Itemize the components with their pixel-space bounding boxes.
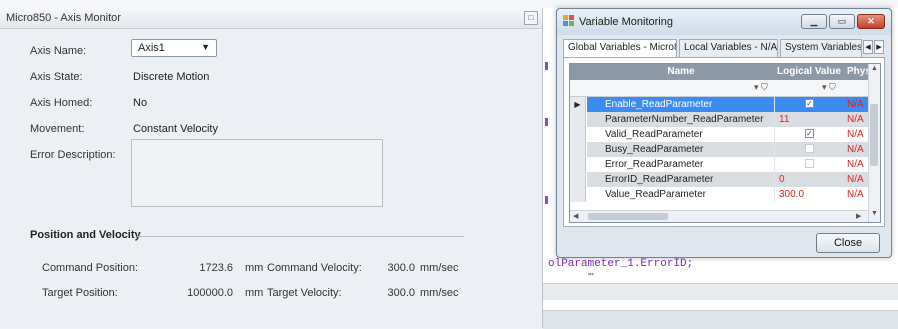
logical-value-cell[interactable] (775, 157, 843, 172)
variable-name-cell[interactable]: Busy_ReadParameter (587, 142, 775, 157)
checkbox-unchecked[interactable] (805, 159, 814, 168)
editor-status-strip (543, 283, 898, 300)
target-position-unit: mm (245, 287, 264, 299)
axis-state-label: Axis State: (30, 71, 83, 83)
gutter-marker (545, 62, 548, 70)
row-selector[interactable] (570, 142, 586, 157)
variable-tabs: Global Variables - Micro850 Local Variab… (563, 39, 885, 58)
scroll-up-icon[interactable]: ▲ (871, 65, 878, 72)
variable-name-cell[interactable]: ErrorID_ReadParameter (587, 172, 775, 187)
variable-monitoring-title: Variable Monitoring (579, 16, 673, 28)
axis-homed-label: Axis Homed: (30, 97, 93, 109)
close-button[interactable]: Close (816, 233, 880, 253)
tab-scroll-left-icon[interactable]: ◀ (863, 40, 873, 54)
horizontal-scrollbar[interactable]: ◀ ▶ (570, 210, 868, 222)
target-position-value: 100000.0 (187, 287, 233, 299)
target-velocity-unit: mm/sec (420, 287, 459, 299)
row-selector[interactable] (570, 112, 586, 127)
tab-global-variables[interactable]: Global Variables - Micro850 (563, 39, 677, 58)
grid-header: Name Logical Value Phys (570, 64, 880, 80)
column-header-name[interactable]: Name (587, 66, 775, 77)
table-row[interactable]: Busy_ReadParameter N/A (570, 142, 880, 157)
axis-state-value: Discrete Motion (133, 71, 210, 83)
filter-row: ▾ ⛉ ▾ ⛉ (570, 80, 880, 97)
axis-monitor-titlebar: Micro850 - Axis Monitor □ (0, 8, 542, 29)
scroll-down-icon[interactable]: ▼ (871, 210, 878, 217)
maximize-icon[interactable]: ▭ (829, 14, 855, 29)
axis-monitor-title: Micro850 - Axis Monitor (6, 12, 121, 24)
table-row[interactable]: Value_ReadParameter 300.0 N/A (570, 187, 880, 202)
editor-bottom-bar (543, 310, 898, 329)
checkbox-checked[interactable]: ✓ (805, 129, 814, 138)
movement-value: Constant Velocity (133, 123, 218, 135)
logical-value-cell[interactable]: 11 (775, 112, 843, 127)
code-ellipsis: ''' (588, 272, 594, 283)
scroll-thumb[interactable] (588, 213, 668, 220)
logical-value-cell[interactable] (775, 142, 843, 157)
table-row[interactable]: Error_ReadParameter N/A (570, 157, 880, 172)
checkbox-checked[interactable]: ✓ (805, 99, 814, 108)
row-selector[interactable] (570, 127, 586, 142)
command-velocity-value: 300.0 (387, 262, 415, 274)
scroll-thumb[interactable] (870, 104, 878, 166)
logical-value-cell[interactable]: ✓ (775, 127, 843, 142)
scroll-right-icon[interactable]: ▶ (856, 212, 861, 220)
variable-name-cell[interactable]: Enable_ReadParameter (587, 97, 775, 112)
variable-name-cell[interactable]: Valid_ReadParameter (587, 127, 775, 142)
checkbox-unchecked[interactable] (805, 144, 814, 153)
variable-monitoring-window: Variable Monitoring ▁ ▭ ✕ Global Variabl… (556, 8, 892, 258)
axis-homed-value: No (133, 97, 148, 109)
table-row[interactable]: ErrorID_ReadParameter 0 N/A (570, 172, 880, 187)
command-position-label: Command Position: (42, 262, 138, 274)
position-velocity-header: Position and Velocity (30, 229, 141, 241)
vertical-scrollbar[interactable]: ▲ ▼ (868, 64, 880, 222)
dropdown-arrow-icon: ▼ (201, 42, 210, 52)
row-selector[interactable]: ▶ (570, 97, 586, 112)
error-description-label: Error Description: (30, 149, 116, 161)
row-selector[interactable] (570, 157, 586, 172)
tab-system-variables[interactable]: System Variables - M (780, 39, 862, 57)
minimize-icon[interactable]: ▁ (801, 14, 827, 29)
filter-icon[interactable]: ▾ ⛉ (822, 82, 836, 93)
tab-scroll-right-icon[interactable]: ▶ (874, 40, 884, 54)
restore-icon[interactable]: □ (524, 11, 538, 25)
command-velocity-label: Command Velocity: (267, 262, 362, 274)
logical-value-cell[interactable]: ✓ (775, 97, 843, 112)
table-row[interactable]: Valid_ReadParameter ✓ N/A (570, 127, 880, 142)
error-description-box[interactable] (131, 139, 383, 207)
gutter-marker (545, 118, 548, 126)
gutter-marker (545, 196, 548, 204)
axis-monitor-panel: Micro850 - Axis Monitor □ Axis Name: Axi… (0, 8, 543, 328)
variable-name-cell[interactable]: Error_ReadParameter (587, 157, 775, 172)
target-velocity-label: Target Velocity: (267, 287, 342, 299)
movement-label: Movement: (30, 123, 85, 135)
target-velocity-value: 300.0 (387, 287, 415, 299)
variable-grid: Name Logical Value Phys ▾ ⛉ ▾ ⛉ ▶ Enable_… (569, 63, 881, 223)
command-velocity-unit: mm/sec (420, 262, 459, 274)
section-divider (137, 236, 464, 237)
variable-name-cell[interactable]: Value_ReadParameter (587, 187, 775, 202)
global-variables-page: Name Logical Value Phys ▾ ⛉ ▾ ⛉ ▶ Enable_… (563, 57, 885, 227)
table-row[interactable]: ParameterNumber_ReadParameter 11 N/A (570, 112, 880, 127)
close-icon[interactable]: ✕ (857, 14, 885, 29)
logical-value-cell[interactable]: 300.0 (775, 187, 843, 202)
row-selector[interactable] (570, 187, 586, 202)
column-header-logical-value[interactable]: Logical Value (775, 66, 843, 77)
target-position-label: Target Position: (42, 287, 118, 299)
row-selector[interactable] (570, 172, 586, 187)
axis-name-value: Axis1 (138, 42, 165, 54)
axis-name-dropdown[interactable]: Axis1 ▼ (131, 39, 217, 57)
app-icon (563, 15, 574, 26)
tab-local-variables[interactable]: Local Variables - N/A (679, 39, 778, 57)
logical-value-cell[interactable]: 0 (775, 172, 843, 187)
scroll-left-icon[interactable]: ◀ (573, 212, 578, 220)
filter-icon[interactable]: ▾ ⛉ (754, 82, 768, 93)
command-position-unit: mm (245, 262, 264, 274)
variable-name-cell[interactable]: ParameterNumber_ReadParameter (587, 112, 775, 127)
command-position-value: 1723.6 (199, 262, 233, 274)
table-row[interactable]: ▶ Enable_ReadParameter ✓ N/A (570, 97, 880, 112)
code-line[interactable]: olParameter_1.ErrorID; (548, 258, 888, 272)
variable-monitoring-titlebar[interactable]: Variable Monitoring ▁ ▭ ✕ (557, 9, 891, 35)
axis-name-label: Axis Name: (30, 45, 87, 57)
